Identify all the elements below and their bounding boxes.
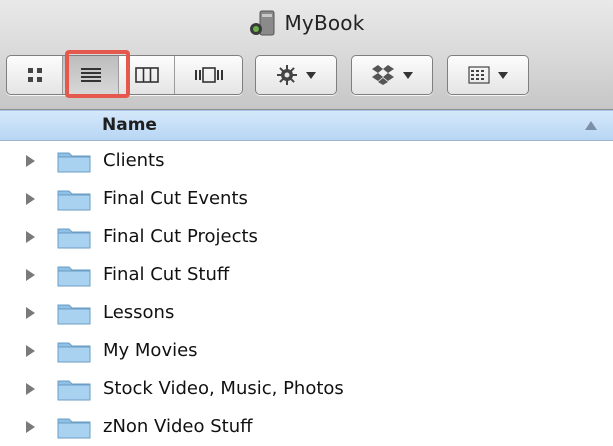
grid-icon bbox=[27, 68, 42, 82]
folder-icon bbox=[57, 418, 91, 439]
list-item[interactable]: Final Cut Stuff bbox=[0, 256, 613, 294]
arrange-menu-button[interactable] bbox=[447, 55, 529, 95]
item-name: Clients bbox=[103, 150, 165, 171]
item-name: Final Cut Projects bbox=[103, 226, 258, 247]
list-item[interactable]: Final Cut Projects bbox=[0, 218, 613, 256]
dropbox-icon bbox=[372, 65, 394, 85]
folder-icon bbox=[57, 190, 91, 211]
column-view-button[interactable] bbox=[119, 56, 175, 94]
folder-icon bbox=[57, 304, 91, 325]
disclosure-triangle-icon[interactable] bbox=[26, 383, 35, 395]
folder-icon bbox=[57, 380, 91, 401]
list-view-button[interactable] bbox=[63, 56, 119, 94]
disclosure-triangle-icon[interactable] bbox=[26, 231, 35, 243]
arrange-grid-icon bbox=[468, 66, 490, 84]
finder-toolbar: MyBook bbox=[0, 0, 613, 110]
item-name: Final Cut Stuff bbox=[103, 264, 230, 285]
item-name: Stock Video, Music, Photos bbox=[103, 378, 344, 399]
external-drive-icon bbox=[250, 10, 275, 36]
list-icon bbox=[80, 68, 101, 82]
file-list: Clients Final Cut Events Final Cut Proje… bbox=[0, 142, 613, 446]
disclosure-triangle-icon[interactable] bbox=[26, 193, 35, 205]
chevron-down-icon bbox=[403, 71, 413, 79]
list-item[interactable]: Stock Video, Music, Photos bbox=[0, 370, 613, 408]
name-column-label: Name bbox=[102, 115, 157, 135]
window-title-text: MyBook bbox=[284, 11, 365, 35]
gear-icon bbox=[277, 65, 297, 85]
item-name: Lessons bbox=[103, 302, 175, 323]
folder-icon bbox=[57, 266, 91, 287]
disclosure-triangle-icon[interactable] bbox=[26, 307, 35, 319]
disclosure-triangle-icon[interactable] bbox=[26, 269, 35, 281]
disclosure-triangle-icon[interactable] bbox=[26, 155, 35, 167]
chevron-down-icon bbox=[498, 71, 508, 79]
item-name: zNon Video Stuff bbox=[103, 416, 253, 437]
list-item[interactable]: Clients bbox=[0, 142, 613, 180]
list-item[interactable]: Lessons bbox=[0, 294, 613, 332]
dropbox-menu-button[interactable] bbox=[351, 55, 433, 95]
cover-flow-view-button[interactable] bbox=[175, 56, 242, 94]
disclosure-triangle-icon[interactable] bbox=[26, 345, 35, 357]
list-item[interactable]: Final Cut Events bbox=[0, 180, 613, 218]
columns-icon bbox=[134, 67, 159, 83]
item-name: Final Cut Events bbox=[103, 188, 248, 209]
disclosure-triangle-icon[interactable] bbox=[26, 421, 35, 433]
item-name: My Movies bbox=[103, 340, 198, 361]
action-menu-button[interactable] bbox=[255, 55, 337, 95]
list-item[interactable]: zNon Video Stuff bbox=[0, 408, 613, 446]
folder-icon bbox=[57, 152, 91, 173]
folder-icon bbox=[57, 228, 91, 249]
view-mode-segmented-control bbox=[6, 55, 243, 95]
icon-view-button[interactable] bbox=[7, 56, 63, 94]
list-item[interactable]: My Movies bbox=[0, 332, 613, 370]
cover-flow-icon bbox=[194, 67, 223, 83]
chevron-down-icon bbox=[306, 71, 316, 79]
sort-ascending-icon bbox=[585, 121, 597, 130]
folder-icon bbox=[57, 342, 91, 363]
name-column-header[interactable]: Name bbox=[0, 110, 613, 141]
window-title: MyBook bbox=[0, 8, 613, 38]
